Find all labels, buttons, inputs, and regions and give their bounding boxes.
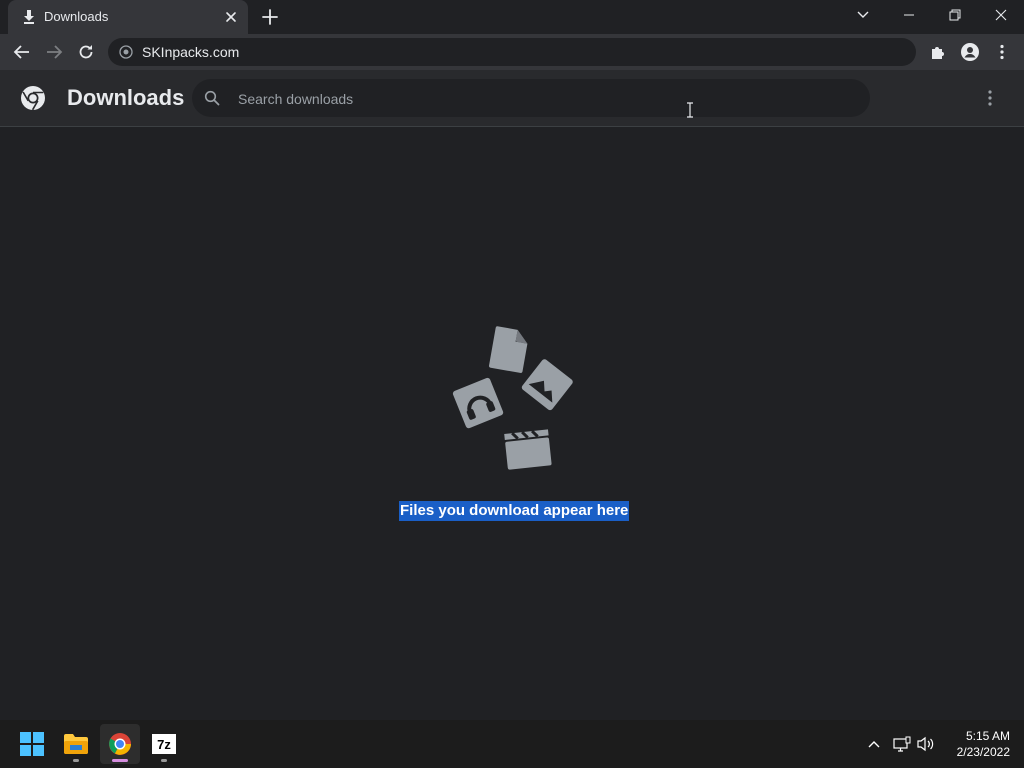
arrow-right-icon [47, 45, 63, 59]
active-indicator [112, 759, 128, 762]
chrome-menu-button[interactable] [990, 40, 1014, 64]
network-button[interactable] [890, 732, 914, 756]
more-vertical-icon [1000, 44, 1004, 60]
7zip-icon: 7z [152, 734, 176, 754]
search-input[interactable] [236, 87, 840, 111]
restore-button[interactable] [932, 0, 978, 30]
empty-downloads-illustration [452, 326, 573, 470]
url-text: SKInpacks.com [142, 44, 240, 60]
taskbar-file-explorer[interactable] [56, 724, 96, 764]
running-indicator [161, 759, 167, 762]
profile-button[interactable] [958, 40, 982, 64]
download-icon [24, 10, 34, 24]
close-tab-icon[interactable] [222, 8, 240, 26]
back-button[interactable] [10, 40, 34, 64]
reload-icon [79, 45, 93, 59]
downloads-header: Downloads [0, 70, 1024, 127]
tab-search-button[interactable] [840, 0, 886, 30]
start-button[interactable] [12, 724, 52, 764]
clock-date: 2/23/2022 [956, 745, 1010, 759]
audio-file-icon [452, 377, 504, 429]
restore-icon [949, 9, 961, 21]
minimize-button[interactable] [886, 0, 932, 30]
video-file-icon [504, 429, 552, 470]
browser-window: Downloads SKInpacks.com Downloads Search… [0, 0, 1024, 768]
windows-logo-icon [20, 732, 44, 756]
close-window-button[interactable] [978, 0, 1024, 30]
chrome-icon [109, 733, 131, 755]
image-file-icon [521, 359, 573, 411]
taskbar-7zip[interactable]: 7z [144, 724, 184, 764]
taskbar-chrome[interactable] [100, 724, 140, 764]
more-actions-icon[interactable] [980, 88, 1000, 108]
network-icon [893, 736, 911, 752]
text-cursor-icon [687, 102, 693, 118]
toolbar: SKInpacks.com [0, 34, 1024, 70]
chevron-down-icon [857, 11, 869, 18]
tab-title: Downloads [44, 9, 109, 24]
page-title: Downloads [67, 85, 185, 110]
tab-strip: Downloads [0, 0, 1024, 34]
speaker-icon [917, 736, 934, 752]
puzzle-icon [932, 47, 944, 59]
close-icon [995, 9, 1007, 21]
show-hidden-icons-button[interactable] [862, 732, 886, 756]
system-clock[interactable]: 5:15 AM 2/23/2022 [940, 728, 1010, 760]
taskbar: 7z 5:15 AM 2/23/2022 [0, 720, 1024, 768]
chevron-up-icon [868, 741, 880, 748]
document-icon [489, 326, 528, 373]
chrome-logo-icon [21, 86, 45, 111]
search-icon [204, 90, 220, 106]
profile-icon [961, 43, 979, 61]
site-info-icon[interactable] [119, 45, 133, 59]
extensions-button[interactable] [926, 40, 950, 64]
address-bar[interactable]: SKInpacks.com [108, 38, 916, 66]
7zip-label: 7z [157, 736, 171, 752]
new-tab-icon[interactable] [259, 6, 281, 28]
running-indicator [73, 759, 79, 762]
forward-button[interactable] [42, 40, 66, 64]
reload-button[interactable] [74, 40, 98, 64]
minimize-icon [904, 14, 914, 16]
tab-downloads[interactable]: Downloads [8, 0, 248, 34]
folder-icon [64, 734, 88, 754]
clock-time: 5:15 AM [965, 729, 1010, 743]
search-box[interactable] [192, 79, 870, 117]
volume-button[interactable] [914, 732, 938, 756]
arrow-left-icon [13, 45, 29, 59]
empty-state-message: Files you download appear here [399, 501, 630, 521]
